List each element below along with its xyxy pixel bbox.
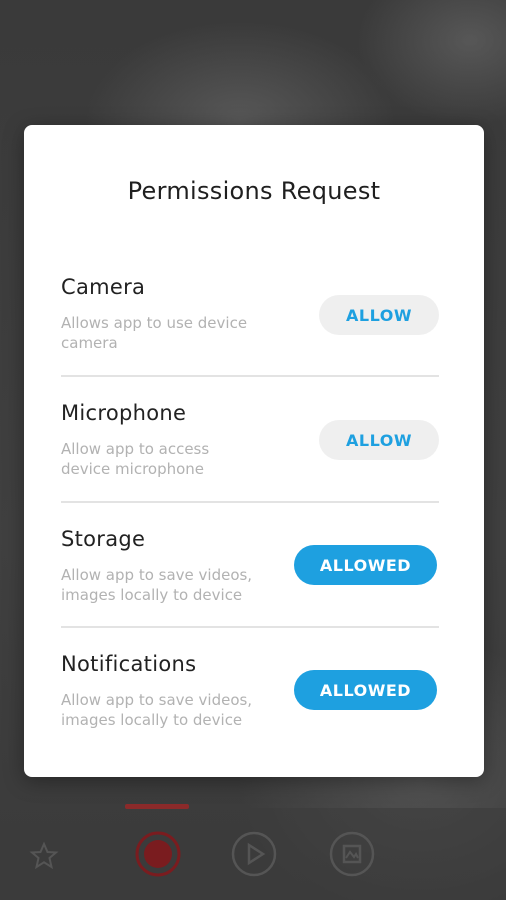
record-icon[interactable] <box>134 830 182 878</box>
permission-name: Storage <box>61 527 146 551</box>
permission-description: Allow app to access device microphone <box>61 440 210 478</box>
permission-description: Allows app to use device camera <box>61 314 248 352</box>
divider <box>61 501 439 503</box>
permission-name: Camera <box>61 275 146 299</box>
star-icon[interactable] <box>28 840 60 872</box>
microphone-allow-button[interactable]: ALLOW <box>319 420 439 460</box>
divider <box>61 626 439 628</box>
permission-item-microphone: Microphone Allow app to access device mi… <box>61 401 439 481</box>
dialog-title: Permissions Request <box>127 177 381 205</box>
gallery-icon[interactable] <box>328 830 376 878</box>
divider <box>61 375 439 377</box>
permission-name: Microphone <box>61 401 187 425</box>
permissions-dialog: Permissions Request Camera Allows app to… <box>24 125 484 777</box>
permission-description: Allow app to save videos, images locally… <box>61 691 253 729</box>
play-icon[interactable] <box>230 830 278 878</box>
permission-name: Notifications <box>61 652 197 676</box>
notifications-allowed-button[interactable]: ALLOWED <box>294 670 437 710</box>
record-indicator <box>125 804 189 809</box>
permission-item-notifications: Notifications Allow app to save videos, … <box>61 652 439 732</box>
camera-allow-button[interactable]: ALLOW <box>319 295 439 335</box>
permission-item-storage: Storage Allow app to save videos, images… <box>61 527 439 607</box>
permission-description: Allow app to save videos, images locally… <box>61 566 253 604</box>
storage-allowed-button[interactable]: ALLOWED <box>294 545 437 585</box>
permission-item-camera: Camera Allows app to use device camera A… <box>61 275 439 355</box>
